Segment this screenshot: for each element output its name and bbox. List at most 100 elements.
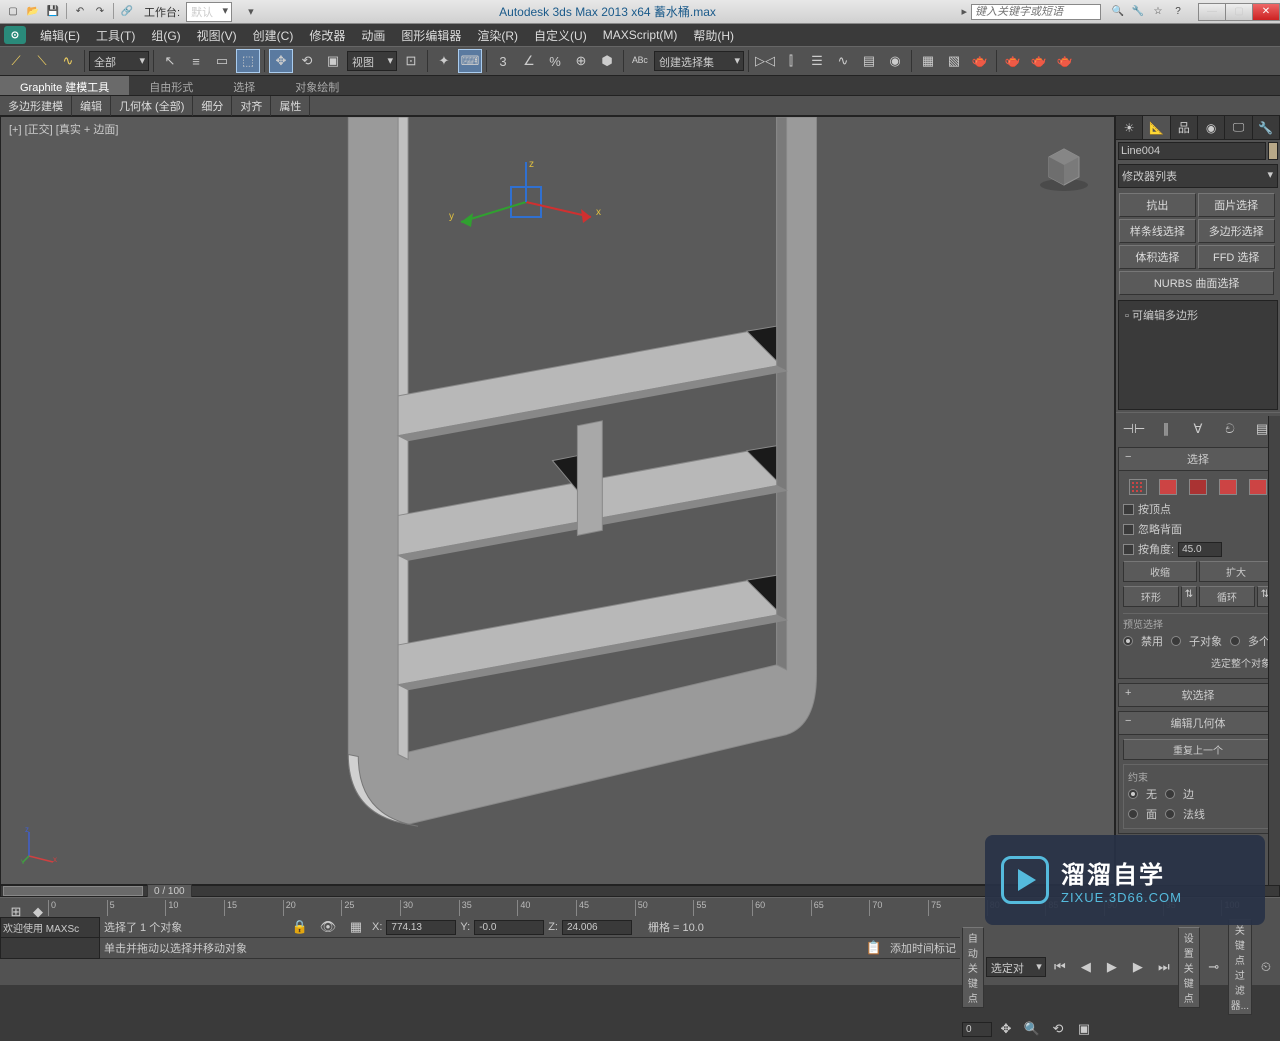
- mod-btn-0[interactable]: 抗出: [1119, 193, 1196, 217]
- viewcube-icon[interactable]: [1034, 137, 1094, 197]
- angle-spinner[interactable]: [1178, 542, 1222, 557]
- rsub-geom[interactable]: 几何体 (全部): [111, 96, 193, 116]
- btn-repeat-last[interactable]: 重复上一个: [1123, 739, 1273, 760]
- menu-edit[interactable]: 编辑(E): [32, 24, 88, 47]
- radio-con-none[interactable]: [1128, 789, 1138, 799]
- percent-snap-icon[interactable]: %: [543, 49, 567, 73]
- mod-btn-1[interactable]: 面片选择: [1198, 193, 1275, 217]
- scale-icon[interactable]: ▣: [321, 49, 345, 73]
- mod-btn-nurbs[interactable]: NURBS 曲面选择: [1119, 271, 1274, 295]
- select-window-icon[interactable]: ⬚: [236, 49, 260, 73]
- redo-icon[interactable]: ↷: [91, 3, 109, 21]
- remove-mod-icon[interactable]: ච: [1218, 417, 1242, 441]
- rollout-editgeo-header[interactable]: 编辑几何体: [1118, 711, 1278, 735]
- track-expand-icon[interactable]: ⊞: [4, 900, 28, 924]
- menu-modifiers[interactable]: 修改器: [301, 24, 353, 47]
- pivot-icon[interactable]: ⊡: [399, 49, 423, 73]
- subobj-edge-icon[interactable]: [1159, 479, 1177, 495]
- chk-by-angle[interactable]: [1123, 544, 1134, 555]
- save-icon[interactable]: 💾: [44, 3, 62, 21]
- curve-editor-icon[interactable]: ∿: [831, 49, 855, 73]
- wrench-icon[interactable]: 🔧: [1129, 3, 1147, 21]
- nav-zoom-icon[interactable]: 🔍: [1020, 1017, 1044, 1041]
- teapot3-icon[interactable]: 🫖: [1053, 49, 1077, 73]
- menu-help[interactable]: 帮助(H): [685, 24, 742, 47]
- coord-z-input[interactable]: [562, 920, 632, 935]
- menu-animation[interactable]: 动画: [353, 24, 393, 47]
- menu-custom[interactable]: 自定义(U): [526, 24, 595, 47]
- menu-graph[interactable]: 图形编辑器: [393, 24, 469, 47]
- move-icon[interactable]: ✥: [269, 49, 293, 73]
- help-icon[interactable]: ?: [1169, 3, 1187, 21]
- nav-pan-icon[interactable]: ✥: [994, 1017, 1018, 1041]
- rsub-props[interactable]: 属性: [271, 96, 310, 116]
- time-config-icon[interactable]: ⏲: [1254, 955, 1278, 979]
- cp-tab-display[interactable]: 🖵: [1225, 116, 1252, 139]
- unlink-icon[interactable]: ⟍: [30, 49, 54, 73]
- minimize-button[interactable]: —: [1198, 3, 1226, 21]
- rsub-edit[interactable]: 编辑: [72, 96, 111, 116]
- rsub-align[interactable]: 对齐: [232, 96, 271, 116]
- manipulate-icon[interactable]: ✦: [432, 49, 456, 73]
- sel-locked-dd[interactable]: 选定对: [986, 957, 1046, 977]
- link-icon[interactable]: ⟋: [4, 49, 28, 73]
- maximize-button[interactable]: ▢: [1225, 3, 1253, 21]
- link-icon[interactable]: 🔗: [118, 3, 136, 21]
- abs-icon[interactable]: ▦: [344, 915, 368, 939]
- btn-shrink[interactable]: 收缩: [1123, 561, 1197, 582]
- radio-disable[interactable]: [1123, 636, 1133, 646]
- chk-ignore-back[interactable]: [1123, 524, 1134, 535]
- app-icon[interactable]: ⊙: [4, 26, 26, 44]
- radio-con-edge[interactable]: [1165, 789, 1175, 799]
- radio-subobj[interactable]: [1171, 636, 1181, 646]
- subobj-vertex-icon[interactable]: [1129, 479, 1147, 495]
- ring-spin-icon[interactable]: ⇅: [1181, 586, 1197, 607]
- rollout-softsel-header[interactable]: 软选择: [1118, 683, 1278, 707]
- subobj-element-icon[interactable]: [1249, 479, 1267, 495]
- spinner-snap-icon[interactable]: ⊕: [569, 49, 593, 73]
- time-slider-thumb[interactable]: [3, 886, 143, 896]
- add-time-tag[interactable]: 添加时间标记: [890, 940, 956, 956]
- mod-btn-2[interactable]: 样条线选择: [1119, 219, 1196, 243]
- render-icon[interactable]: 🫖: [968, 49, 992, 73]
- workspace-dropdown[interactable]: 默认: [186, 2, 232, 22]
- rsub-subdiv[interactable]: 细分: [193, 96, 232, 116]
- ref-coord-dropdown[interactable]: 视图: [347, 51, 397, 71]
- set-key-button[interactable]: 设置关键点: [1178, 927, 1200, 1008]
- render-setup-icon[interactable]: ▦: [916, 49, 940, 73]
- coord-y-input[interactable]: [474, 920, 544, 935]
- panel-scroll[interactable]: [1268, 416, 1280, 885]
- modifier-list-dropdown[interactable]: 修改器列表: [1118, 164, 1278, 188]
- btn-grow[interactable]: 扩大: [1199, 561, 1273, 582]
- binoculars-icon[interactable]: 🔍: [1109, 3, 1127, 21]
- close-button[interactable]: ✕: [1252, 3, 1280, 21]
- object-color-swatch[interactable]: [1268, 142, 1278, 160]
- menu-create[interactable]: 创建(C): [245, 24, 302, 47]
- frame-spinner[interactable]: [962, 1022, 992, 1037]
- key-mode-icon[interactable]: ⊸: [1202, 955, 1226, 979]
- align-icon[interactable]: ⫿: [779, 49, 803, 73]
- rotate-icon[interactable]: ⟲: [295, 49, 319, 73]
- pin-stack-icon[interactable]: ⊣⊢: [1122, 417, 1146, 441]
- goto-start-icon[interactable]: ⏮: [1048, 955, 1072, 979]
- radio-con-normal[interactable]: [1165, 809, 1175, 819]
- iso-icon[interactable]: 👁: [316, 915, 340, 939]
- snap-3-icon[interactable]: 3: [491, 49, 515, 73]
- viewport[interactable]: [+] [正交] [真实 + 边面]: [0, 116, 1115, 885]
- keyboard-icon[interactable]: ⌨: [458, 49, 482, 73]
- cp-tab-modify[interactable]: 📐: [1143, 116, 1170, 139]
- menu-maxscript[interactable]: MAXScript(M): [595, 25, 686, 45]
- btn-loop[interactable]: 循环: [1199, 586, 1255, 607]
- mod-btn-3[interactable]: 多边形选择: [1198, 219, 1275, 243]
- star-icon[interactable]: ☆: [1149, 3, 1167, 21]
- menu-tools[interactable]: 工具(T): [88, 24, 143, 47]
- rsub-poly[interactable]: 多边形建模: [0, 96, 72, 116]
- select-icon[interactable]: ↖: [158, 49, 182, 73]
- render-frame-icon[interactable]: ▧: [942, 49, 966, 73]
- sel-set-prev-icon[interactable]: ᴬᴮᶜ: [628, 49, 652, 73]
- ribbon-tab-freeform[interactable]: 自由形式: [129, 76, 213, 95]
- select-name-icon[interactable]: ≡: [184, 49, 208, 73]
- prev-frame-icon[interactable]: ◀: [1074, 955, 1098, 979]
- undo-icon[interactable]: ↶: [71, 3, 89, 21]
- key-filter-button[interactable]: 关键点过滤器...: [1228, 919, 1252, 1015]
